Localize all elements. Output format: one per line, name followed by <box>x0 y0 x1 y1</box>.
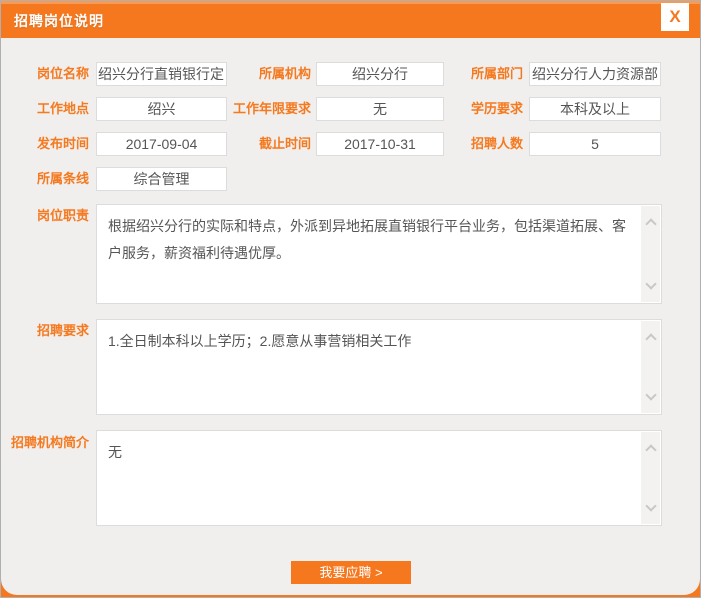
field-label-job-duties: 岗位职责 <box>9 204 89 228</box>
dialog-body: 岗位名称 所属机构 所属部门 工作地点 工作年限要求 学历要求 发布时间 截止时… <box>1 38 700 595</box>
scroll-down-icon[interactable] <box>645 278 656 289</box>
field-label-work-location: 工作地点 <box>9 97 89 121</box>
input-business-line[interactable] <box>96 167 227 191</box>
apply-button[interactable]: 我要应聘 > <box>291 561 411 584</box>
field-label-headcount: 招聘人数 <box>443 132 523 156</box>
field-label-deadline-date: 截止时间 <box>231 132 311 156</box>
scroll-down-icon[interactable] <box>645 500 656 511</box>
input-work-location[interactable] <box>96 97 227 121</box>
textarea-recruit-requirements[interactable]: 1.全日制本科以上学历；2.愿意从事营销相关工作 <box>97 320 641 414</box>
input-experience-requirement[interactable] <box>316 97 444 121</box>
input-department[interactable] <box>529 62 661 86</box>
scroll-up-icon[interactable] <box>645 333 656 344</box>
input-education-requirement[interactable] <box>529 97 661 121</box>
field-label-recruit-requirements: 招聘要求 <box>9 319 89 343</box>
field-label-experience-requirement: 工作年限要求 <box>231 97 311 121</box>
field-label-org-intro: 招聘机构简介 <box>6 431 89 455</box>
input-publish-date[interactable] <box>96 132 227 156</box>
input-organization[interactable] <box>316 62 444 86</box>
field-label-department: 所属部门 <box>443 62 523 86</box>
input-deadline-date[interactable] <box>316 132 444 156</box>
textarea-recruit-requirements-wrap: 1.全日制本科以上学历；2.愿意从事营销相关工作 <box>96 319 662 415</box>
recruitment-position-dialog: 招聘岗位说明 X 岗位名称 所属机构 所属部门 工作地点 工作年限要求 学历要求… <box>0 0 701 598</box>
scroll-down-icon[interactable] <box>645 389 656 400</box>
close-button[interactable]: X <box>661 3 689 31</box>
org-intro-scrollbar[interactable] <box>641 432 660 524</box>
scroll-up-icon[interactable] <box>645 218 656 229</box>
input-headcount[interactable] <box>529 132 661 156</box>
recruit-requirements-scrollbar[interactable] <box>641 321 660 413</box>
field-label-publish-date: 发布时间 <box>9 132 89 156</box>
dialog-titlebar: 招聘岗位说明 <box>1 1 700 38</box>
field-label-business-line: 所属条线 <box>9 167 89 191</box>
input-position-name[interactable] <box>96 62 227 86</box>
textarea-org-intro[interactable]: 无 <box>97 431 641 525</box>
dialog-title: 招聘岗位说明 <box>14 4 104 38</box>
field-label-position-name: 岗位名称 <box>9 62 89 86</box>
job-duties-scrollbar[interactable] <box>641 206 660 302</box>
field-label-education-requirement: 学历要求 <box>443 97 523 121</box>
textarea-job-duties[interactable]: 根据绍兴分行的实际和特点，外派到异地拓展直销银行平台业务，包括渠道拓展、客户服务… <box>97 205 641 303</box>
field-label-organization: 所属机构 <box>231 62 311 86</box>
textarea-org-intro-wrap: 无 <box>96 430 662 526</box>
scroll-up-icon[interactable] <box>645 444 656 455</box>
textarea-job-duties-wrap: 根据绍兴分行的实际和特点，外派到异地拓展直销银行平台业务，包括渠道拓展、客户服务… <box>96 204 662 304</box>
